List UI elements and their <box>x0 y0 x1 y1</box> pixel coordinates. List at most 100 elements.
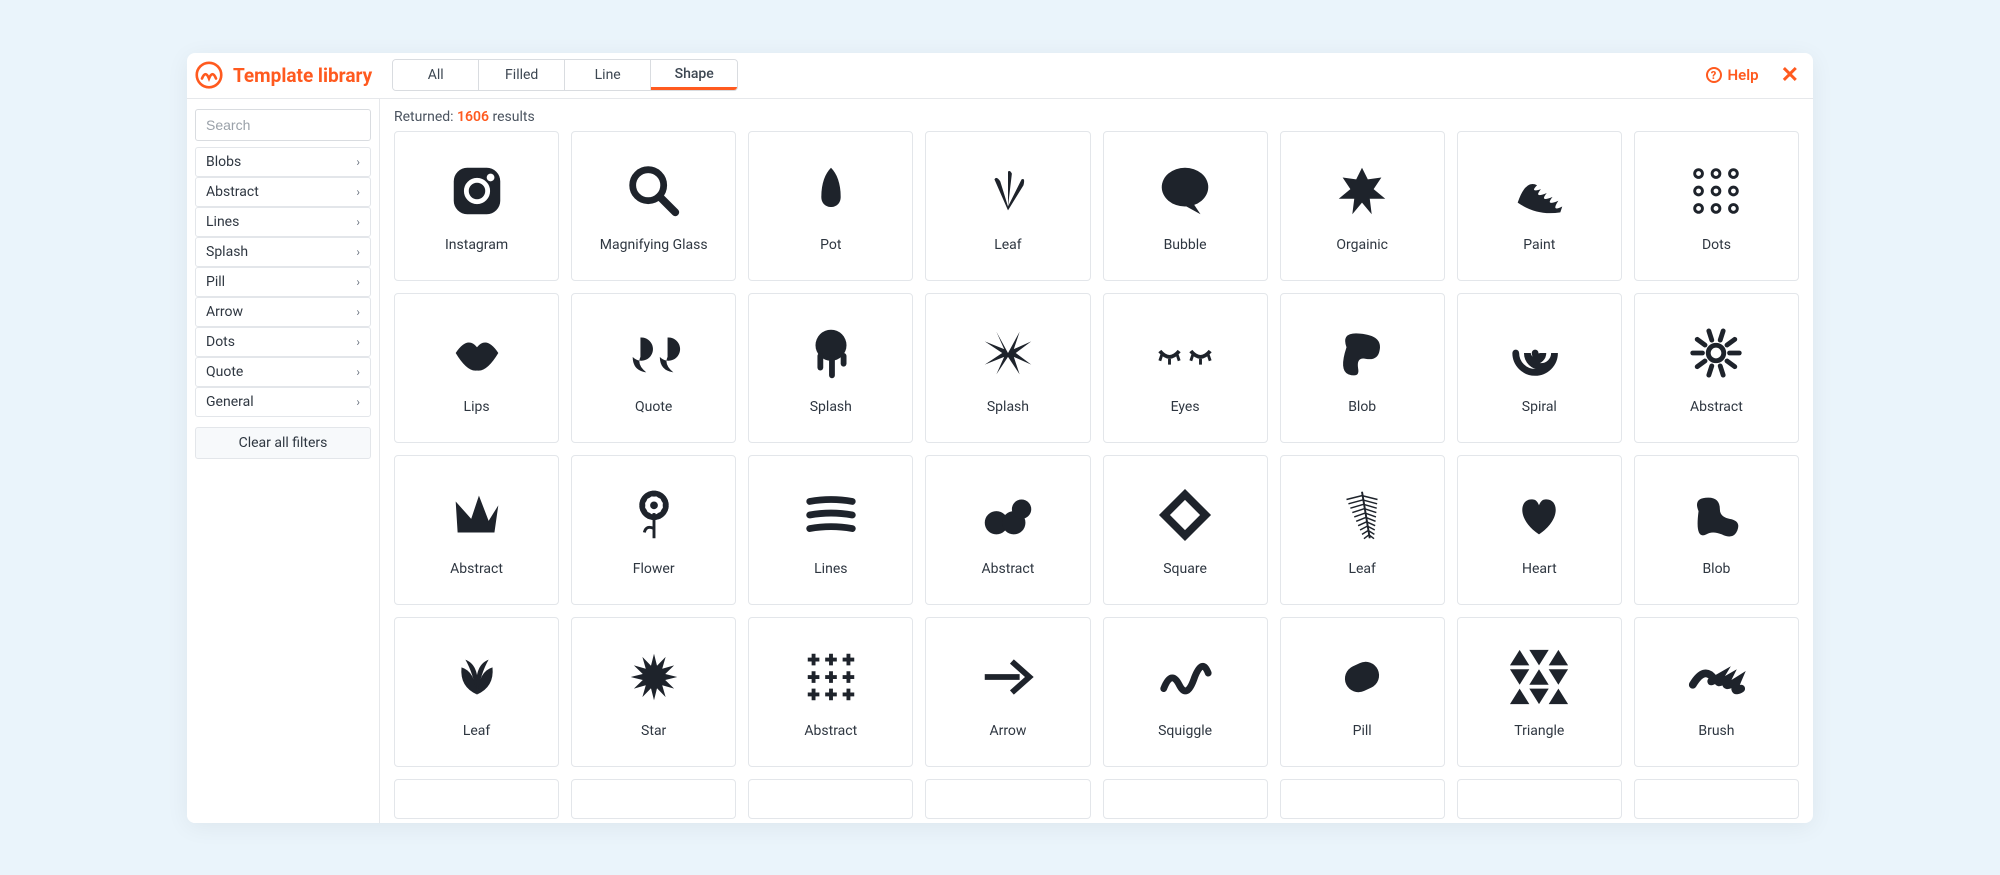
template-card[interactable]: Brush <box>1634 617 1799 767</box>
template-card[interactable] <box>925 779 1090 819</box>
tab-all[interactable]: All <box>393 60 479 90</box>
sidebar-item-label: Arrow <box>206 304 243 320</box>
template-label: Quote <box>635 399 672 415</box>
template-card[interactable]: Dots <box>1634 131 1799 281</box>
hlines-icon <box>796 483 866 547</box>
template-card[interactable] <box>1634 779 1799 819</box>
template-card[interactable]: Quote <box>571 293 736 443</box>
template-card[interactable] <box>748 779 913 819</box>
template-card[interactable]: Abstract <box>394 455 559 605</box>
template-label: Lines <box>814 561 847 577</box>
template-card[interactable]: Eyes <box>1103 293 1268 443</box>
chevron-right-icon: › <box>356 395 360 409</box>
template-card[interactable]: Orgainic <box>1280 131 1445 281</box>
template-label: Abstract <box>804 723 857 739</box>
search-input[interactable] <box>195 109 371 141</box>
template-card[interactable]: Blob <box>1280 293 1445 443</box>
template-card[interactable]: Abstract <box>748 617 913 767</box>
close-icon[interactable]: ✕ <box>1781 63 1799 88</box>
template-card[interactable]: Heart <box>1457 455 1622 605</box>
clear-filters-button[interactable]: Clear all filters <box>195 427 371 459</box>
template-label: Leaf <box>1348 561 1375 577</box>
template-card[interactable]: Abstract <box>925 455 1090 605</box>
chevron-right-icon: › <box>356 335 360 349</box>
drip-icon <box>796 321 866 385</box>
chevron-right-icon: › <box>356 215 360 229</box>
template-label: Pot <box>820 237 841 253</box>
chevron-right-icon: › <box>356 185 360 199</box>
plusgrid-icon <box>796 645 866 709</box>
tab-line[interactable]: Line <box>565 60 651 90</box>
template-card[interactable]: Arrow <box>925 617 1090 767</box>
template-card[interactable]: Squiggle <box>1103 617 1268 767</box>
dots-icon <box>1681 159 1751 223</box>
template-card[interactable]: Bubble <box>1103 131 1268 281</box>
sidebar-item-pill[interactable]: Pill› <box>195 267 371 297</box>
template-label: Blob <box>1702 561 1730 577</box>
sidebar-item-lines[interactable]: Lines› <box>195 207 371 237</box>
help-icon: ? <box>1706 67 1722 83</box>
template-label: Heart <box>1522 561 1557 577</box>
template-card[interactable]: Leaf <box>1280 455 1445 605</box>
diamond-icon <box>1150 483 1220 547</box>
template-card[interactable]: Triangle <box>1457 617 1622 767</box>
template-card[interactable]: Magnifying Glass <box>571 131 736 281</box>
template-card[interactable] <box>1280 779 1445 819</box>
magnify-icon <box>619 159 689 223</box>
template-label: Spiral <box>1522 399 1557 415</box>
template-label: Dots <box>1702 237 1731 253</box>
leaves-icon <box>442 645 512 709</box>
lips-icon <box>442 321 512 385</box>
sidebar-item-dots[interactable]: Dots› <box>195 327 371 357</box>
template-label: Magnifying Glass <box>600 237 708 253</box>
template-card[interactable]: Leaf <box>394 617 559 767</box>
template-label: Abstract <box>982 561 1035 577</box>
template-label: Brush <box>1698 723 1734 739</box>
tab-shape[interactable]: Shape <box>651 60 737 90</box>
sun-icon <box>1681 321 1751 385</box>
template-grid: Instagram Magnifying Glass Pot Leaf Bubble Or… <box>380 131 1813 823</box>
template-label: Blob <box>1348 399 1376 415</box>
sidebar-item-abstract[interactable]: Abstract› <box>195 177 371 207</box>
sidebar-item-quote[interactable]: Quote › <box>195 357 371 387</box>
template-card[interactable]: Splash <box>748 293 913 443</box>
eyes-icon <box>1150 321 1220 385</box>
template-label: Splash <box>810 399 852 415</box>
template-card[interactable]: Square <box>1103 455 1268 605</box>
template-card[interactable]: Pill <box>1280 617 1445 767</box>
sidebar: Blobs›Abstract›Lines›Splash›Pill›Arrow›D… <box>187 99 380 823</box>
sidebar-item-label: Quote <box>206 364 243 380</box>
template-card[interactable]: Leaf <box>925 131 1090 281</box>
arrow-icon <box>973 645 1043 709</box>
template-label: Bubble <box>1164 237 1207 253</box>
template-card[interactable]: Lips <box>394 293 559 443</box>
template-card[interactable]: Star <box>571 617 736 767</box>
template-card[interactable]: Blob <box>1634 455 1799 605</box>
template-card[interactable]: Instagram <box>394 131 559 281</box>
template-card[interactable] <box>571 779 736 819</box>
sidebar-item-general[interactable]: General› <box>195 387 371 417</box>
sidebar-item-label: Splash <box>206 244 248 260</box>
splat-icon <box>1327 159 1397 223</box>
starburst-icon <box>619 645 689 709</box>
template-card[interactable] <box>394 779 559 819</box>
template-label: Arrow <box>989 723 1026 739</box>
template-card[interactable]: Flower <box>571 455 736 605</box>
sidebar-item-splash[interactable]: Splash› <box>195 237 371 267</box>
chevron-right-icon: › <box>356 365 360 379</box>
template-card[interactable] <box>1103 779 1268 819</box>
tab-filled[interactable]: Filled <box>479 60 565 90</box>
template-card[interactable]: Lines <box>748 455 913 605</box>
sidebar-item-blobs[interactable]: Blobs› <box>195 147 371 177</box>
template-card[interactable]: Abstract <box>1634 293 1799 443</box>
sidebar-item-arrow[interactable]: Arrow› <box>195 297 371 327</box>
template-card[interactable]: Paint <box>1457 131 1622 281</box>
template-card[interactable]: Splash <box>925 293 1090 443</box>
template-card[interactable]: Spiral <box>1457 293 1622 443</box>
chevron-right-icon: › <box>356 155 360 169</box>
trigrid-icon <box>1504 645 1574 709</box>
template-card[interactable]: Pot <box>748 131 913 281</box>
template-card[interactable] <box>1457 779 1622 819</box>
page-title: Template library <box>233 64 372 87</box>
help-link[interactable]: ? Help <box>1706 66 1759 84</box>
